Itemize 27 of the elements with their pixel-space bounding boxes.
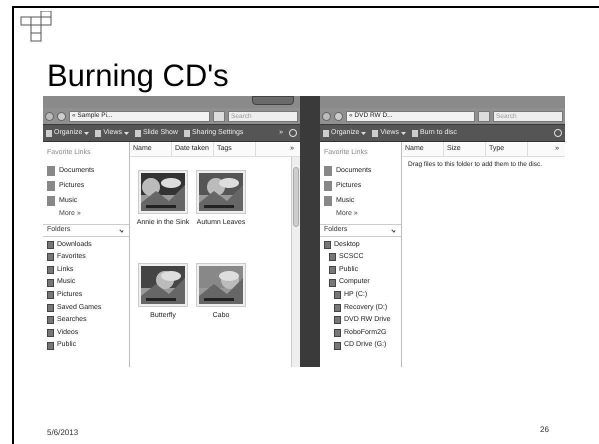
toolbar-item-icon <box>95 130 102 136</box>
toolbar-item-icon <box>323 130 329 136</box>
caret-icon <box>361 132 366 134</box>
toolbar-item-icon <box>46 130 52 136</box>
slide-title: Burning CD's <box>47 60 229 91</box>
help-icon[interactable] <box>289 129 297 137</box>
window-controls-icon <box>252 96 294 105</box>
toolbar-item-icon <box>134 130 141 136</box>
page-number: 26 <box>540 424 549 436</box>
help-icon[interactable] <box>554 129 562 137</box>
chevron-icon <box>391 228 396 232</box>
toolbar-item-icon <box>372 130 378 136</box>
caret-icon <box>400 132 406 134</box>
back-icon[interactable] <box>45 112 54 120</box>
forward-icon[interactable] <box>334 112 343 120</box>
scrollbar[interactable] <box>291 157 300 367</box>
refresh-icon[interactable] <box>478 110 490 122</box>
scrollbar-thumb[interactable] <box>293 167 299 227</box>
caret-icon <box>84 132 90 134</box>
chevron-icon <box>119 228 124 232</box>
forward-icon[interactable] <box>57 112 66 120</box>
refresh-icon[interactable] <box>213 110 225 122</box>
toolbar-item-icon <box>184 130 190 136</box>
back-icon[interactable] <box>322 112 331 120</box>
caret-icon <box>124 132 129 134</box>
slide-date: 5/6/2013 <box>47 427 78 439</box>
toolbar-item-icon <box>412 130 418 136</box>
